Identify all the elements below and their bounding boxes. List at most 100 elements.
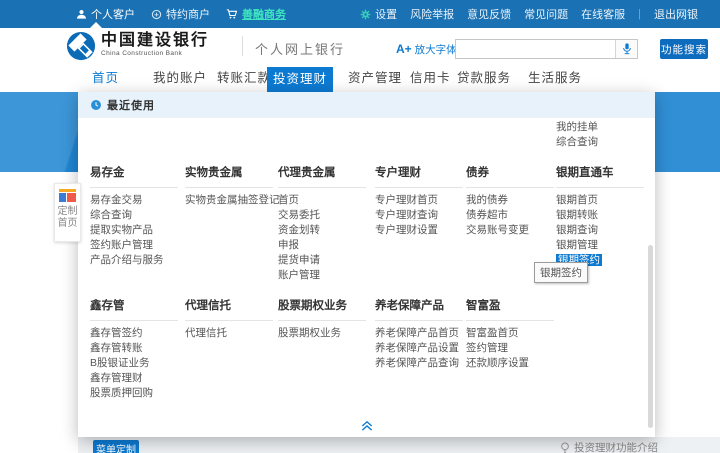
menu-group: 代理信托代理信托 bbox=[185, 297, 273, 341]
menu-item[interactable]: 资金划转 bbox=[278, 223, 366, 238]
menu-item[interactable]: 专户理财首页 bbox=[375, 193, 463, 208]
menu-item[interactable]: 提货申请 bbox=[278, 253, 366, 268]
voice-search-button[interactable] bbox=[615, 40, 637, 58]
search-input[interactable] bbox=[456, 40, 615, 58]
font-zoom-control[interactable]: A+ 放大字体 bbox=[396, 42, 457, 57]
feature-intro-link[interactable]: 投资理财功能介绍 bbox=[560, 440, 658, 453]
nav-tab-3[interactable]: 转账汇款 bbox=[217, 64, 271, 92]
menu-item[interactable]: 交易委托 bbox=[278, 208, 366, 223]
nav-tab-5[interactable]: 资产管理 bbox=[348, 64, 402, 92]
menu-item-list: 实物贵金属抽签登记 bbox=[185, 193, 273, 208]
online-service-link[interactable]: 在线客服 bbox=[581, 6, 625, 22]
menu-item[interactable]: 养老保障产品设置 bbox=[375, 341, 463, 356]
menu-item[interactable]: 银期查询 bbox=[556, 223, 644, 238]
topbar-separator: | bbox=[638, 8, 641, 20]
menu-item[interactable]: 养老保障产品查询 bbox=[375, 356, 463, 371]
topbar-left-group: 个人客户 特约商户 善融商务 bbox=[76, 0, 286, 28]
online-service-label: 在线客服 bbox=[581, 6, 625, 22]
menu-item[interactable]: 签约账户管理 bbox=[90, 238, 178, 253]
cart-icon bbox=[226, 8, 238, 20]
menu-item[interactable]: 专户理财查询 bbox=[375, 208, 463, 223]
microphone-icon bbox=[621, 42, 633, 56]
menu-item[interactable]: B股银证业务 bbox=[90, 356, 178, 371]
menu-group: 养老保障产品养老保障产品首页养老保障产品设置养老保障产品查询 bbox=[375, 297, 463, 371]
menu-item[interactable]: 还款顺序设置 bbox=[466, 356, 554, 371]
menu-item[interactable]: 银期管理 bbox=[556, 238, 644, 253]
personal-customer-tab[interactable]: 个人客户 bbox=[76, 6, 135, 22]
menu-group-title: 股票期权业务 bbox=[278, 297, 366, 321]
personal-online-banking-page: 个人客户 特约商户 善融商务 设置 风险举报 bbox=[0, 0, 720, 453]
menu-group: 实物贵金属实物贵金属抽签登记 bbox=[185, 164, 273, 208]
menu-item[interactable]: 易存金交易 bbox=[90, 193, 178, 208]
faq-link[interactable]: 常见问题 bbox=[524, 6, 568, 22]
feedback-link[interactable]: 意见反馈 bbox=[467, 6, 511, 22]
shanrong-commerce-link[interactable]: 善融商务 bbox=[226, 6, 286, 22]
lightbulb-icon bbox=[560, 442, 570, 453]
menu-item[interactable]: 我的挂单 bbox=[556, 120, 598, 135]
menu-group: 代理贵金属首页交易委托资金划转申报提货申请账户管理 bbox=[278, 164, 366, 283]
menu-item[interactable]: 智富盈首页 bbox=[466, 326, 554, 341]
menu-item[interactable]: 产品介绍与服务 bbox=[90, 253, 178, 268]
feedback-label: 意见反馈 bbox=[467, 6, 511, 22]
menu-item[interactable]: 鑫存管签约 bbox=[90, 326, 178, 341]
menu-item[interactable]: 实物贵金属抽签登记 bbox=[185, 193, 273, 208]
logout-link[interactable]: 退出网银 bbox=[654, 6, 698, 22]
merchant-label: 特约商户 bbox=[166, 6, 210, 22]
menu-item[interactable]: 交易账号变更 bbox=[466, 223, 554, 238]
widget-label-line2: 首页 bbox=[55, 218, 80, 230]
function-search-box bbox=[455, 39, 638, 59]
menu-item[interactable]: 鑫存管转账 bbox=[90, 341, 178, 356]
merchant-tab[interactable]: 特约商户 bbox=[151, 6, 210, 22]
nav-tab-1[interactable]: 首页 bbox=[92, 64, 119, 92]
menu-item[interactable]: 账户管理 bbox=[278, 268, 366, 283]
customize-menu-button[interactable]: 菜单定制 bbox=[93, 440, 139, 453]
panel-scrollbar-thumb[interactable] bbox=[648, 245, 653, 428]
nav-tab-8[interactable]: 生活服务 bbox=[528, 64, 582, 92]
nav-tab-active[interactable]: 投资理财 bbox=[267, 67, 333, 92]
menu-item[interactable]: 银期首页 bbox=[556, 193, 644, 208]
nav-tab-7[interactable]: 贷款服务 bbox=[457, 64, 511, 92]
menu-group-title: 债券 bbox=[466, 164, 554, 188]
menu-item[interactable]: 申报 bbox=[278, 238, 366, 253]
menu-group-title: 实物贵金属 bbox=[185, 164, 273, 188]
menu-item[interactable]: 债券超市 bbox=[466, 208, 554, 223]
risk-report-link[interactable]: 风险举报 bbox=[410, 6, 454, 22]
menu-group-title: 智富盈 bbox=[466, 297, 554, 321]
nav-tab-6[interactable]: 信用卡 bbox=[410, 64, 451, 92]
function-search-button[interactable]: 功能搜索 bbox=[660, 39, 708, 59]
nav-tab-2[interactable]: 我的账户 bbox=[153, 64, 207, 92]
menu-item-list: 鑫存管签约鑫存管转账B股银证业务鑫存管理财股票质押回购 bbox=[90, 326, 178, 401]
menu-item-list: 专户理财首页专户理财查询专户理财设置 bbox=[375, 193, 463, 238]
settings-link[interactable]: 设置 bbox=[360, 6, 397, 22]
menu-item-list: 股票期权业务 bbox=[278, 326, 366, 341]
topbar-right-group: 设置 风险举报 意见反馈 常见问题 在线客服 | 退出网银 bbox=[360, 0, 698, 28]
collapse-menu-button[interactable] bbox=[360, 419, 374, 432]
customize-homepage-widget[interactable]: 定制 首页 bbox=[54, 183, 81, 242]
chevron-up-icon bbox=[360, 419, 374, 432]
menu-item[interactable]: 专户理财设置 bbox=[375, 223, 463, 238]
menu-item[interactable]: 签约管理 bbox=[466, 341, 554, 356]
menu-group: 银期直通车银期首页银期转账银期查询银期管理银期签约 bbox=[556, 164, 644, 268]
menu-item[interactable]: 股票期权业务 bbox=[278, 326, 366, 341]
recent-side-list: 我的挂单 综合查询 bbox=[556, 120, 598, 150]
header-divider bbox=[242, 36, 243, 56]
menu-item[interactable]: 我的债券 bbox=[466, 193, 554, 208]
menu-item[interactable]: 提取实物产品 bbox=[90, 223, 178, 238]
menu-item[interactable]: 养老保障产品首页 bbox=[375, 326, 463, 341]
merchant-icon bbox=[151, 9, 162, 20]
feature-intro-label: 投资理财功能介绍 bbox=[574, 440, 658, 453]
menu-item[interactable]: 鑫存管理财 bbox=[90, 371, 178, 386]
menu-group: 债券我的债券债券超市交易账号变更 bbox=[466, 164, 554, 238]
menu-item[interactable]: 首页 bbox=[278, 193, 366, 208]
menu-item-tooltip: 银期签约 bbox=[534, 262, 588, 283]
faq-label: 常见问题 bbox=[524, 6, 568, 22]
clock-icon bbox=[90, 99, 102, 111]
menu-item-list: 易存金交易综合查询提取实物产品签约账户管理产品介绍与服务 bbox=[90, 193, 178, 268]
bank-header: 中国建设银行 China Construction Bank 个人网上银行 A+… bbox=[0, 28, 720, 64]
menu-item[interactable]: 股票质押回购 bbox=[90, 386, 178, 401]
menu-item[interactable]: 综合查询 bbox=[90, 208, 178, 223]
menu-item[interactable]: 代理信托 bbox=[185, 326, 273, 341]
menu-item[interactable]: 银期转账 bbox=[556, 208, 644, 223]
investment-mega-menu: 最近使用 我的挂单 综合查询 易存金易存金交易综合查询提取实物产品签约账户管理产… bbox=[78, 92, 655, 437]
menu-item[interactable]: 综合查询 bbox=[556, 135, 598, 150]
